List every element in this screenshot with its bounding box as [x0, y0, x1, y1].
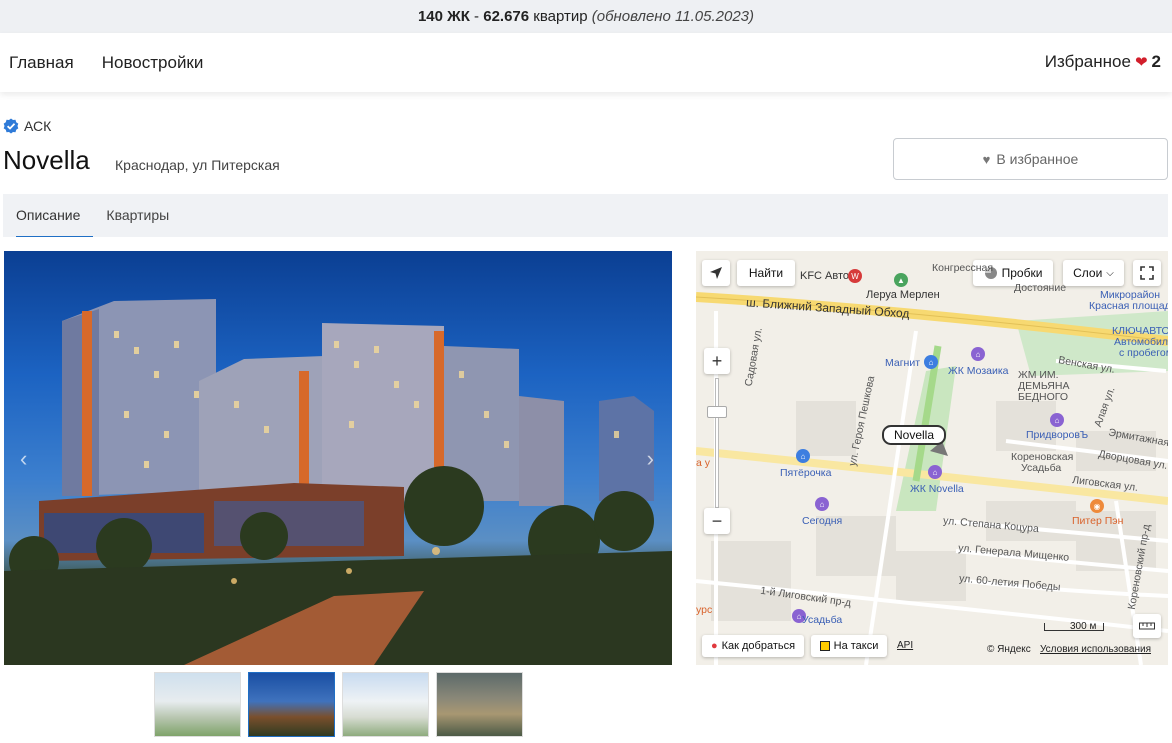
- novella-poi-icon: ⌂: [928, 465, 942, 479]
- pin-icon: ●: [710, 640, 718, 652]
- chevron-down-icon: ⌵: [1106, 267, 1114, 279]
- scale-label: 300 м: [1070, 621, 1097, 632]
- tab-apartments[interactable]: Квартиры: [93, 194, 182, 237]
- zoom-slider-handle[interactable]: [707, 406, 727, 418]
- favorites-count: 2: [1151, 52, 1161, 71]
- heart-outline-icon: ♥: [982, 151, 991, 167]
- leroy-poi-icon: ▲: [894, 273, 908, 287]
- map-find-button[interactable]: Найти: [737, 260, 795, 286]
- tab-description[interactable]: Описание: [3, 194, 94, 237]
- gallery-prev-button[interactable]: ‹: [20, 446, 27, 472]
- zoom-track[interactable]: [715, 378, 719, 508]
- map-label-urs: урс: [696, 604, 713, 616]
- location-arrow-icon: [710, 267, 722, 279]
- segodnya-poi-icon: ⌂: [815, 497, 829, 511]
- favorites-link[interactable]: Избранное ❤ 2: [1045, 52, 1161, 72]
- gallery-next-button[interactable]: ›: [647, 446, 654, 472]
- location-map[interactable]: Найти Пробки Слои ⌵ + − KFC Авто W Конгр…: [696, 251, 1168, 665]
- thumbnail-1[interactable]: [154, 672, 241, 737]
- map-copyright: © Яндекс: [987, 644, 1031, 655]
- nav-home-link[interactable]: Главная: [9, 53, 74, 73]
- map-label-usadba: Усадьба: [1021, 462, 1062, 474]
- thumbnail-2[interactable]: [248, 672, 335, 737]
- terms-label: Условия использования: [1040, 644, 1151, 655]
- pridvor-poi-icon: ⌂: [1050, 413, 1064, 427]
- building-illustration: [4, 299, 672, 665]
- geolocate-button[interactable]: [702, 260, 730, 286]
- route-button[interactable]: ● Как добраться: [702, 635, 804, 657]
- complex-title: Novella: [3, 145, 90, 175]
- layers-button[interactable]: Слои ⌵: [1063, 260, 1124, 286]
- zoom-out-button[interactable]: −: [704, 508, 730, 534]
- updated-date: (обновлено 11.05.2023): [591, 8, 755, 25]
- map-label-piter: Питер Пэн: [1072, 515, 1124, 527]
- apartments-count: 62.676: [483, 8, 530, 25]
- map-label-pridvor: ПридворовЪ: [1026, 429, 1089, 441]
- map-label-demyana3: БЕДНОГО: [1018, 391, 1069, 403]
- ruler-button[interactable]: [1133, 614, 1161, 638]
- magnit-poi-icon: ⌂: [924, 355, 938, 369]
- stats-separator: -: [469, 8, 484, 25]
- complex-address: Краснодар, ул Питерская: [115, 157, 280, 173]
- expand-icon: [1140, 266, 1154, 280]
- thumbnail-4[interactable]: [436, 672, 523, 737]
- add-to-favorites-label: В избранное: [996, 151, 1079, 167]
- ruler-icon: [1139, 622, 1155, 630]
- traffic-label: Пробки: [1001, 266, 1043, 280]
- complexes-count: 140 ЖК: [417, 8, 470, 25]
- main-nav: Главная Новостройки Избранное ❤ 2: [0, 33, 1172, 92]
- fullscreen-button[interactable]: [1133, 260, 1161, 286]
- gallery-thumbnails: [154, 672, 523, 737]
- map-label-kfc: KFC Авто: [800, 270, 850, 282]
- map-label-leroy: Леруа Мерлен: [866, 289, 940, 301]
- map-label-usadba2: Усадьба: [802, 614, 843, 626]
- map-find-label: Найти: [748, 266, 784, 280]
- taxi-button[interactable]: На такси: [811, 635, 887, 657]
- map-label-novella-poi: ЖК Novella: [910, 483, 964, 495]
- nav-newbuilds-link[interactable]: Новостройки: [102, 53, 204, 73]
- main-photo: ‹ ›: [4, 251, 672, 665]
- zoom-in-button[interactable]: +: [704, 348, 730, 374]
- layers-label: Слои: [1073, 266, 1103, 280]
- map-label-dostoyanie: Достояние: [1014, 282, 1067, 294]
- map-label-pyaterochka: Пятёрочка: [780, 467, 832, 479]
- map-label-sprobeg: с пробегом: [1119, 347, 1168, 359]
- map-label-mozaika: ЖК Мозаика: [948, 365, 1009, 377]
- pyaterochka-poi-icon: ⌂: [796, 449, 810, 463]
- verified-badge-icon: [3, 118, 19, 134]
- terms-link[interactable]: Условия использования: [1040, 644, 1151, 655]
- kfc-poi-icon: W: [848, 269, 862, 283]
- map-label-magnit: Магнит: [885, 357, 921, 369]
- map-label-krasnaya: Красная площадь: [1089, 300, 1168, 312]
- taxi-icon: [819, 641, 830, 651]
- api-label: API: [897, 640, 914, 651]
- stats-bar: 140 ЖК - 62.676 квартир (обновлено 11.05…: [0, 0, 1172, 33]
- thumbnail-3[interactable]: [342, 672, 429, 737]
- complex-map-marker[interactable]: Novella: [882, 425, 947, 445]
- map-label-kongress: Конгрессная: [932, 262, 994, 274]
- map-label-segodnya: Сегодня: [802, 515, 843, 527]
- favorites-label: Избранное: [1044, 52, 1131, 71]
- api-link[interactable]: API: [897, 640, 913, 651]
- mozaika-poi-icon: ⌂: [971, 347, 985, 361]
- content-tabs: Описание Квартиры: [3, 194, 1168, 237]
- route-label: Как добраться: [721, 640, 796, 652]
- heart-icon: ❤: [1134, 54, 1148, 71]
- piter-poi-icon: ◉: [1090, 499, 1104, 513]
- taxi-label: На такси: [833, 640, 879, 652]
- add-to-favorites-button[interactable]: ♥ В избранное: [893, 138, 1168, 180]
- map-label-na-u: а у: [696, 457, 711, 469]
- apartments-word: квартир: [529, 8, 592, 25]
- developer-name: АСК: [24, 118, 52, 134]
- developer-link[interactable]: АСК: [3, 118, 51, 134]
- zoom-control: + −: [704, 348, 730, 534]
